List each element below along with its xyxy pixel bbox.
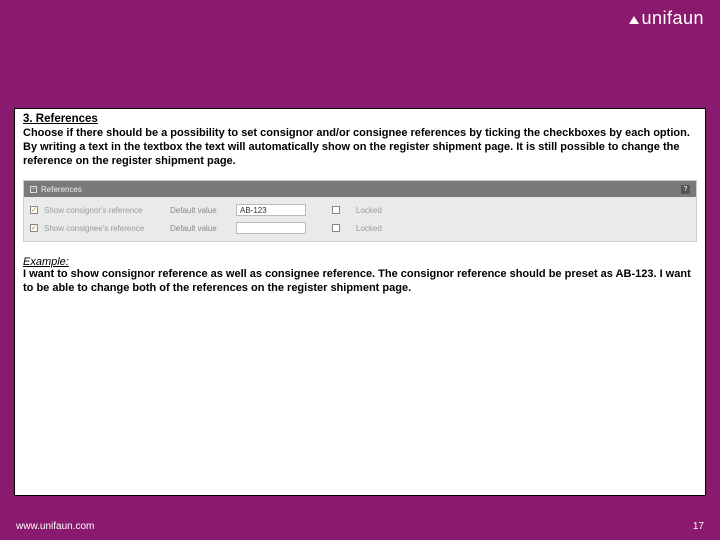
panel-header: − References ? [24, 181, 696, 197]
show-consignor-label: Show consignor's reference [44, 206, 164, 215]
footer: www.unifaun.com 17 [0, 512, 720, 540]
panel-body: Show consignor's reference Default value… [24, 197, 696, 241]
reference-row: Show consignor's reference Default value… [30, 201, 690, 219]
example-label: Example: [23, 256, 697, 268]
show-consignee-label: Show consignee's reference [44, 224, 164, 233]
help-icon[interactable]: ? [681, 185, 690, 194]
content-box: 3. References Choose if there should be … [14, 108, 706, 496]
intro-text: Choose if there should be a possibility … [23, 127, 697, 168]
default-value-label: Default value [170, 206, 230, 215]
page-number: 17 [693, 521, 704, 532]
slide: unifaun 3. References Choose if there sh… [0, 0, 720, 540]
brand-logo: unifaun [629, 8, 704, 29]
section-title: 3. References [23, 113, 697, 125]
show-consignor-checkbox[interactable] [30, 206, 38, 214]
consignee-locked-checkbox[interactable] [332, 224, 340, 232]
consignee-default-input[interactable] [236, 222, 306, 234]
collapse-icon[interactable]: − [30, 186, 37, 193]
consignee-locked-label: Locked [356, 224, 382, 233]
consignor-default-input[interactable]: AB-123 [236, 204, 306, 216]
embedded-ui-panel: − References ? Show consignor's referenc… [23, 180, 697, 242]
consignor-locked-checkbox[interactable] [332, 206, 340, 214]
footer-url: www.unifaun.com [16, 521, 94, 532]
consignor-locked-label: Locked [356, 206, 382, 215]
default-value-label: Default value [170, 224, 230, 233]
panel-title: References [41, 185, 82, 194]
header: unifaun [0, 0, 720, 36]
reference-row: Show consignee's reference Default value… [30, 219, 690, 237]
example-text: I want to show consignor reference as we… [23, 268, 697, 296]
show-consignee-checkbox[interactable] [30, 224, 38, 232]
